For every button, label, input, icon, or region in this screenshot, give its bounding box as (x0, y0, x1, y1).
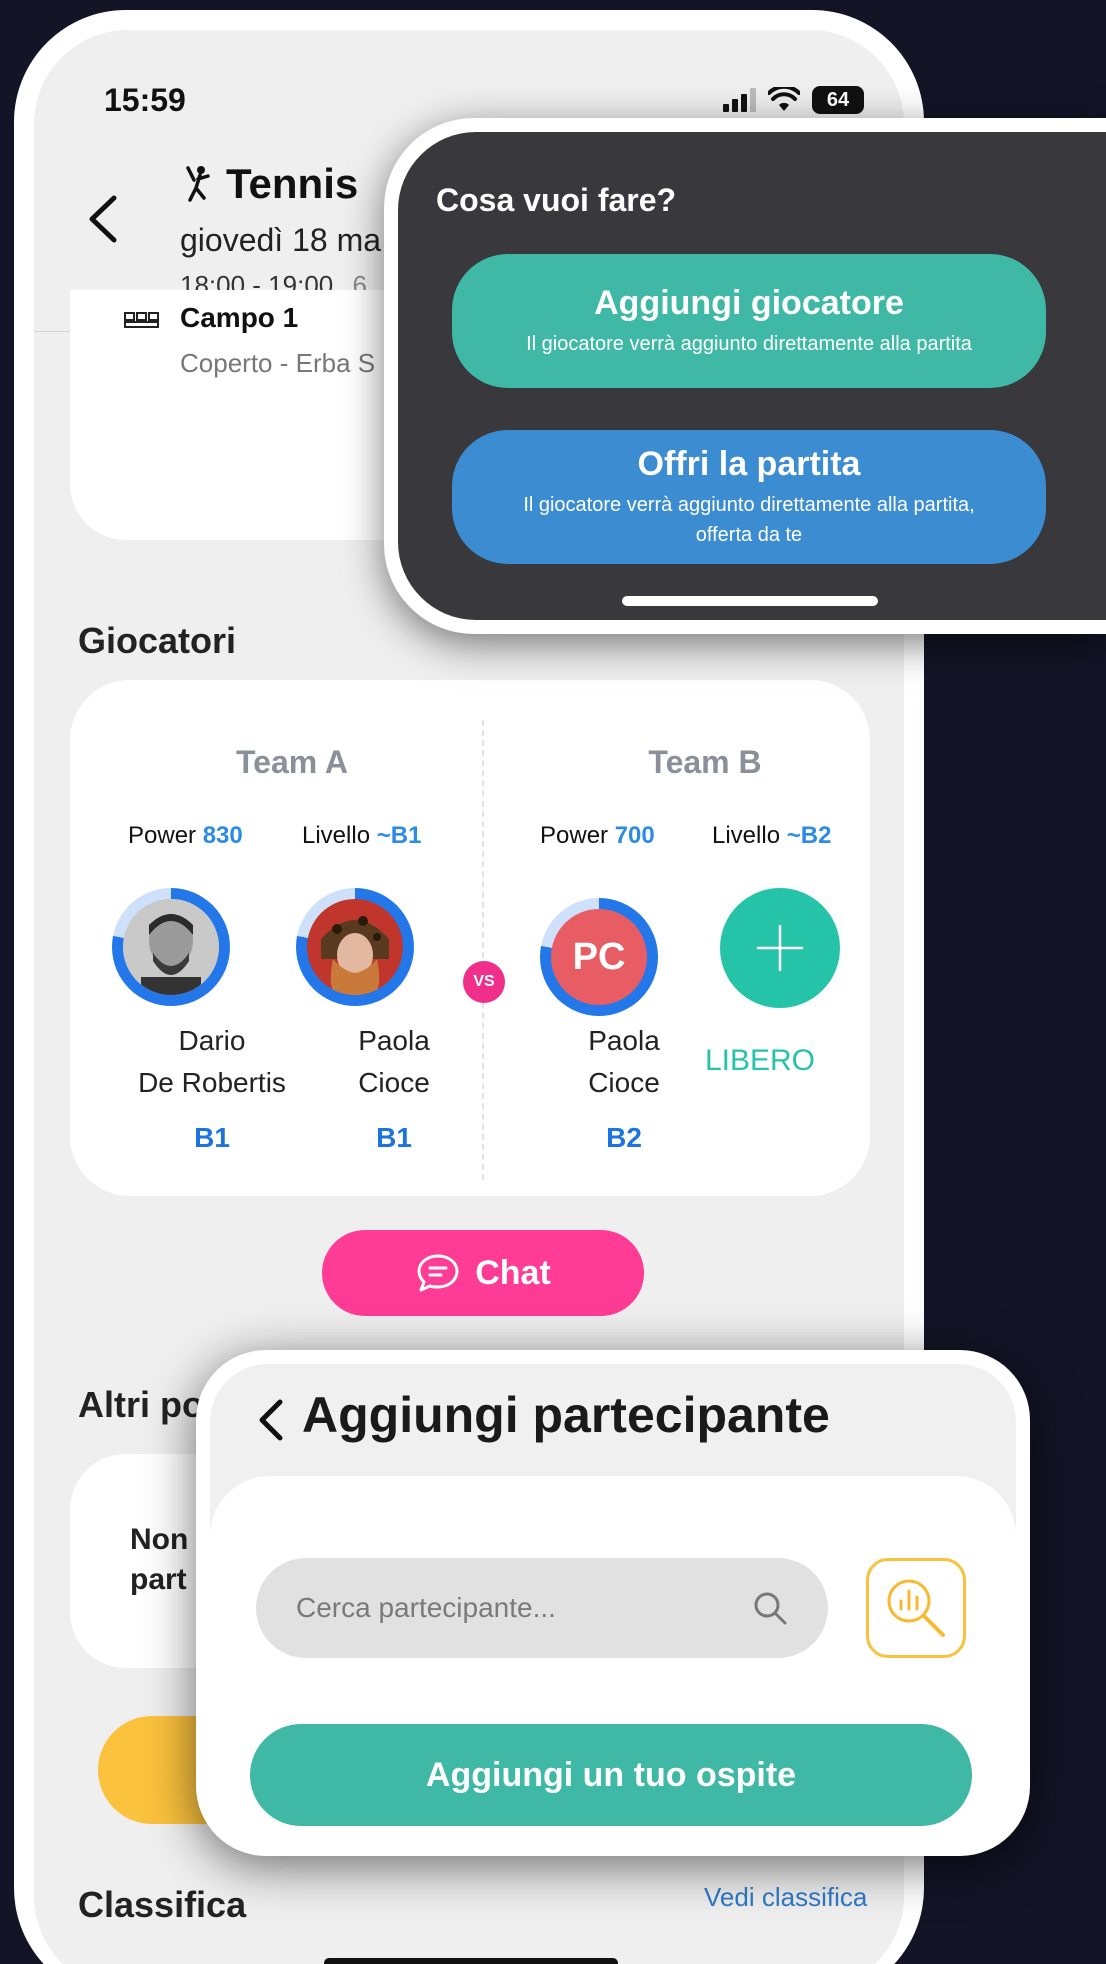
ranking-section-title: Classifica (78, 1884, 247, 1925)
player-level-paola: B1 (376, 1122, 412, 1153)
avatar-initials: PC (551, 909, 647, 1005)
chat-button[interactable]: Chat (322, 1230, 644, 1316)
status-icons: 64 (723, 86, 864, 114)
back-chevron-icon[interactable] (256, 1398, 286, 1442)
team-b-name: Team B (648, 744, 762, 780)
home-indicator (324, 1958, 618, 1964)
add-player-button[interactable] (720, 888, 840, 1008)
chat-button-label: Chat (475, 1253, 551, 1292)
search-icon (754, 1592, 787, 1625)
search-field[interactable] (256, 1558, 828, 1658)
add-participant-popup: Aggiungi partecipante Aggiungi un tuo os… (196, 1350, 1030, 1856)
player-name-paola: Paola Cioce (358, 1025, 430, 1098)
player-photo (307, 899, 403, 995)
add-guest-button[interactable]: Aggiungi un tuo ospite (250, 1724, 972, 1826)
sport-name: Tennis (226, 160, 359, 207)
plus-icon (756, 924, 804, 972)
vs-badge: VS (463, 961, 505, 1003)
team-divider (482, 720, 484, 1180)
add-player-option-button[interactable]: Aggiungi giocatore Il giocatore verrà ag… (452, 254, 1046, 388)
others-section-title: Altri po (78, 1384, 204, 1425)
player-level-dario: B1 (194, 1122, 230, 1153)
offer-match-option-title: Offri la partita (637, 444, 861, 483)
team-a-level: Livello ~B1 (302, 822, 422, 849)
free-slot-label: LIBERO (704, 1044, 816, 1077)
player-level-paola-b: B2 (606, 1122, 642, 1153)
court-grid-icon (124, 312, 159, 328)
popup-home-indicator (622, 596, 878, 606)
offer-match-option-subtitle: Il giocatore verrà aggiunto direttamente… (523, 493, 975, 546)
battery-icon: 64 (812, 86, 864, 114)
add-participant-title: Aggiungi partecipante (302, 1387, 830, 1443)
player-photo (123, 899, 219, 995)
search-input[interactable] (296, 1592, 736, 1624)
chat-bubble-icon (417, 1254, 459, 1292)
status-time: 15:59 (104, 82, 186, 118)
back-chevron-icon[interactable] (84, 194, 124, 244)
add-player-option-subtitle: Il giocatore verrà aggiunto direttamente… (526, 332, 972, 355)
court-name: Campo 1 (180, 302, 299, 333)
court-details: Coperto - Erba S (180, 348, 376, 378)
search-chart-icon (887, 1579, 945, 1637)
team-a-name: Team A (235, 744, 349, 780)
players-section-title: Giocatori (78, 620, 237, 661)
wifi-icon (768, 87, 800, 111)
sport-title: Tennis (184, 160, 358, 208)
see-ranking-link[interactable]: Vedi classifica (704, 1882, 867, 1913)
player-name-dario: Dario De Robertis (138, 1025, 286, 1098)
avatar-dario[interactable] (112, 888, 230, 1006)
avatar-pc[interactable]: PC (540, 898, 658, 1016)
team-b-power: Power 700 (540, 822, 655, 849)
team-a-power: Power 830 (128, 822, 243, 849)
signal-icon (723, 88, 756, 112)
offer-match-option-button[interactable]: Offri la partita Il giocatore verrà aggi… (452, 430, 1046, 564)
tennis-player-icon (186, 166, 210, 202)
team-b-level: Livello ~B2 (712, 822, 832, 849)
search-stats-button[interactable] (866, 1558, 966, 1658)
choice-popup-title: Cosa vuoi fare? (436, 182, 677, 218)
event-date: giovedì 18 ma (180, 222, 382, 258)
avatar-paola[interactable] (296, 888, 414, 1006)
add-player-option-title: Aggiungi giocatore (594, 283, 904, 322)
